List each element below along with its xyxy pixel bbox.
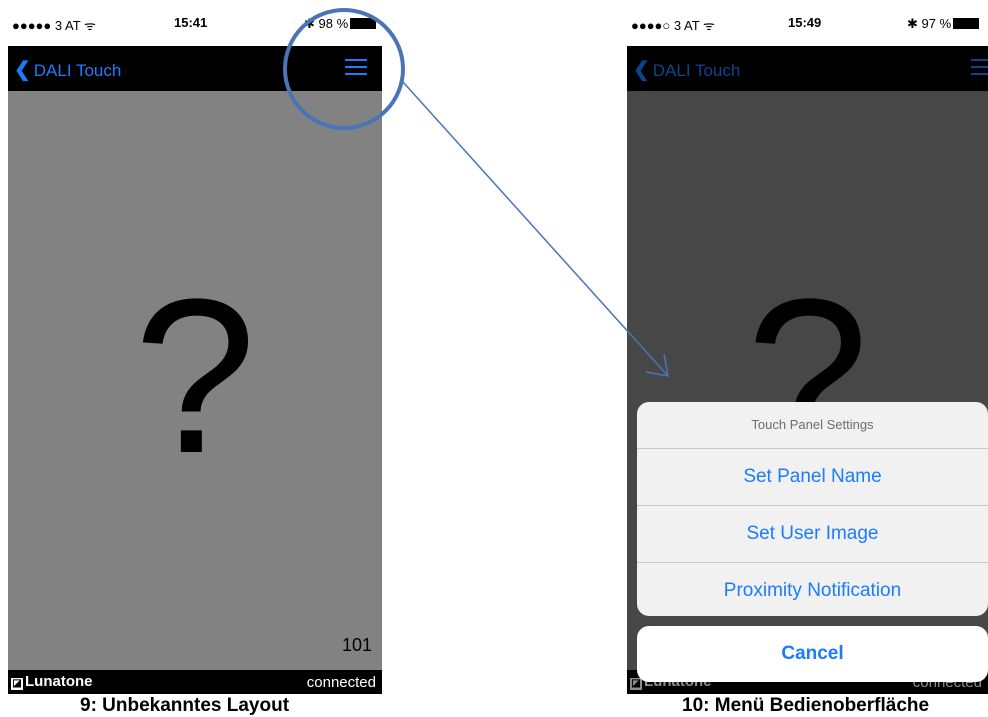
caption-right: 10: Menü Bedienoberfläche <box>682 695 930 716</box>
caption-left: 9: Unbekanntes Layout <box>80 695 290 716</box>
annotation-overlay <box>283 8 669 377</box>
pointer-arrow <box>402 81 669 377</box>
highlight-circle <box>283 8 405 130</box>
